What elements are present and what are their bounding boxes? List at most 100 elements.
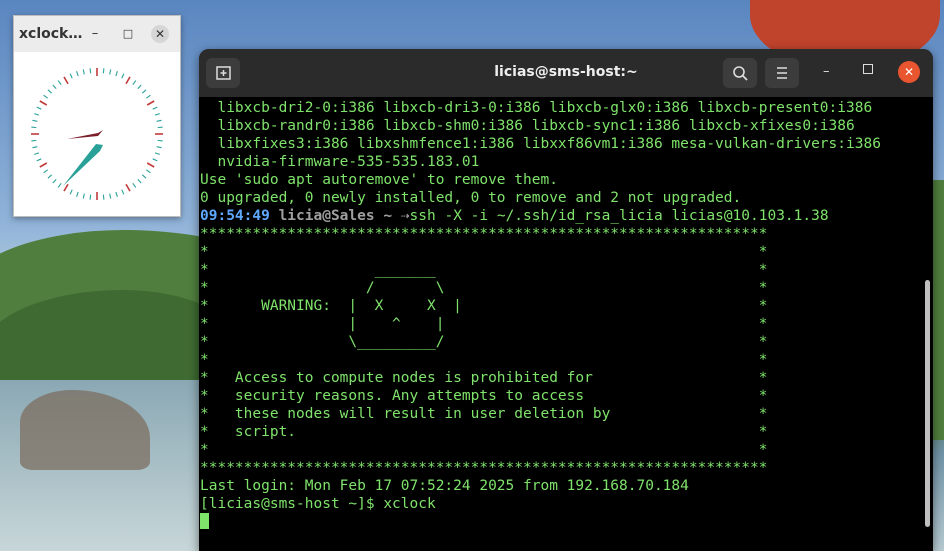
clock-hour-hand xyxy=(67,130,103,139)
banner-line: * * xyxy=(200,244,768,260)
clock-tick xyxy=(157,126,163,129)
clock-tick xyxy=(39,100,48,106)
clock-tick xyxy=(63,76,69,85)
prompt-command: ssh -X -i ~/.ssh/id_rsa_licia licias@10.… xyxy=(409,208,829,224)
menu-button[interactable] xyxy=(765,58,799,88)
clock-tick xyxy=(69,189,73,195)
clock-tick xyxy=(125,76,131,85)
output-line: libxfixes3:i386 libxshmfence1:i386 libxx… xyxy=(200,136,881,152)
banner-line: * | ^ | * xyxy=(200,316,768,332)
clock-tick xyxy=(102,68,105,74)
search-icon xyxy=(733,66,748,81)
minimize-button[interactable]: – xyxy=(823,64,830,79)
banner-line: * script. * xyxy=(200,424,768,440)
banner-line: ****************************************… xyxy=(200,226,768,242)
clock-minute-hand xyxy=(63,144,103,186)
clock-tick xyxy=(152,158,158,162)
terminal-headerbar[interactable]: licias@sms-host:~ – ✕ xyxy=(199,49,933,97)
banner-line: * * xyxy=(200,442,768,458)
clock-tick xyxy=(156,146,162,149)
clock-tick xyxy=(32,146,38,149)
maximize-button[interactable] xyxy=(863,64,873,74)
clock-tick xyxy=(34,113,40,116)
terminal-window[interactable]: licias@sms-host:~ – ✕ libxcb-dri2-0:i386… xyxy=(199,49,933,551)
clock-tick xyxy=(82,193,85,199)
prompt-time: 09:54:49 xyxy=(200,208,270,224)
prompt-user: licia@Sales xyxy=(278,208,375,224)
clock-tick xyxy=(115,71,118,77)
terminal-output[interactable]: libxcb-dri2-0:i386 libxcb-dri3-0:i386 li… xyxy=(199,97,933,551)
clock-tick xyxy=(109,193,112,199)
clock-tick xyxy=(152,106,158,110)
output-line: nvidia-firmware-535-535.183.01 xyxy=(200,154,480,170)
clock-tick xyxy=(36,158,42,162)
shell-prompt-line: 09:54:49 licia@Sales ~ ⇢ssh -X -i ~/.ssh… xyxy=(199,207,933,225)
clock-tick xyxy=(146,100,155,106)
clock-tick xyxy=(69,73,73,79)
scrollbar[interactable] xyxy=(925,280,930,527)
banner-line: * security reasons. Any attempts to acce… xyxy=(200,388,768,404)
clock-tick xyxy=(32,119,38,122)
output-line: libxcb-dri2-0:i386 libxcb-dri3-0:i386 li… xyxy=(200,100,873,116)
current-prompt-line: [licias@sms-host ~]$ xclock xyxy=(200,496,436,512)
banner-line: ****************************************… xyxy=(200,460,768,476)
clock-tick xyxy=(132,80,137,85)
clock-tick xyxy=(57,80,62,85)
clock-tick xyxy=(47,174,53,179)
prompt-arrow: ⇢ xyxy=(400,208,410,224)
clock-tick xyxy=(121,73,125,79)
clock-tick xyxy=(31,139,37,142)
clock-tick xyxy=(43,94,48,99)
clock-tick xyxy=(115,191,118,197)
clock-tick xyxy=(31,126,37,129)
banner-line: * WARNING: | X X | * xyxy=(200,298,768,314)
clock-tick xyxy=(156,119,162,122)
clock-tick xyxy=(137,178,142,184)
clock-tick xyxy=(146,169,151,174)
clock-tick xyxy=(146,94,151,99)
clock-tick xyxy=(39,162,48,168)
output-line: 0 upgraded, 0 newly installed, 0 to remo… xyxy=(200,190,742,206)
clock-tick xyxy=(89,194,92,200)
clock-tick xyxy=(154,113,160,116)
clock-tick xyxy=(125,183,131,192)
clock-tick xyxy=(141,89,147,94)
xclock-window[interactable]: xclock… – □ ✕ xyxy=(13,15,181,217)
banner-line: * these nodes will result in user deleti… xyxy=(200,406,768,422)
clock-tick xyxy=(76,191,79,197)
text-cursor xyxy=(200,513,209,529)
xclock-titlebar[interactable]: xclock… – □ ✕ xyxy=(14,16,180,52)
output-line: libxcb-randr0:i386 libxcb-shm0:i386 libx… xyxy=(200,118,855,134)
banner-line: * / \ * xyxy=(200,280,768,296)
clock-tick xyxy=(141,174,147,179)
banner-line: * \_________/ * xyxy=(200,334,768,350)
output-line: Use 'sudo apt autoremove' to remove them… xyxy=(200,172,558,188)
clock-tick xyxy=(82,69,85,75)
clock-tick xyxy=(76,71,79,77)
analog-clock-face xyxy=(31,68,163,200)
clock-tick xyxy=(34,152,40,155)
clock-tick xyxy=(36,106,42,110)
clock-tick xyxy=(154,152,160,155)
clock-tick xyxy=(57,183,62,188)
clock-tick xyxy=(52,178,57,184)
clock-tick xyxy=(89,68,92,74)
last-login-line: Last login: Mon Feb 17 07:52:24 2025 fro… xyxy=(200,478,689,494)
xclock-title: xclock… xyxy=(19,26,83,42)
clock-tick xyxy=(47,89,53,94)
search-button[interactable] xyxy=(723,58,757,88)
close-button[interactable]: ✕ xyxy=(151,25,169,43)
clock-tick xyxy=(109,69,112,75)
hamburger-menu-icon xyxy=(777,67,787,79)
close-button[interactable]: ✕ xyxy=(898,61,920,83)
cursor-line[interactable] xyxy=(199,513,933,531)
clock-tick xyxy=(157,139,163,142)
clock-tick xyxy=(121,189,125,195)
clock-tick xyxy=(132,183,137,188)
clock-tick xyxy=(52,84,57,90)
banner-line: * _______ * xyxy=(200,262,768,278)
maximize-button[interactable]: □ xyxy=(119,25,137,43)
clock-tick xyxy=(102,194,105,200)
clock-tick xyxy=(43,169,48,174)
minimize-button[interactable]: – xyxy=(86,25,104,43)
